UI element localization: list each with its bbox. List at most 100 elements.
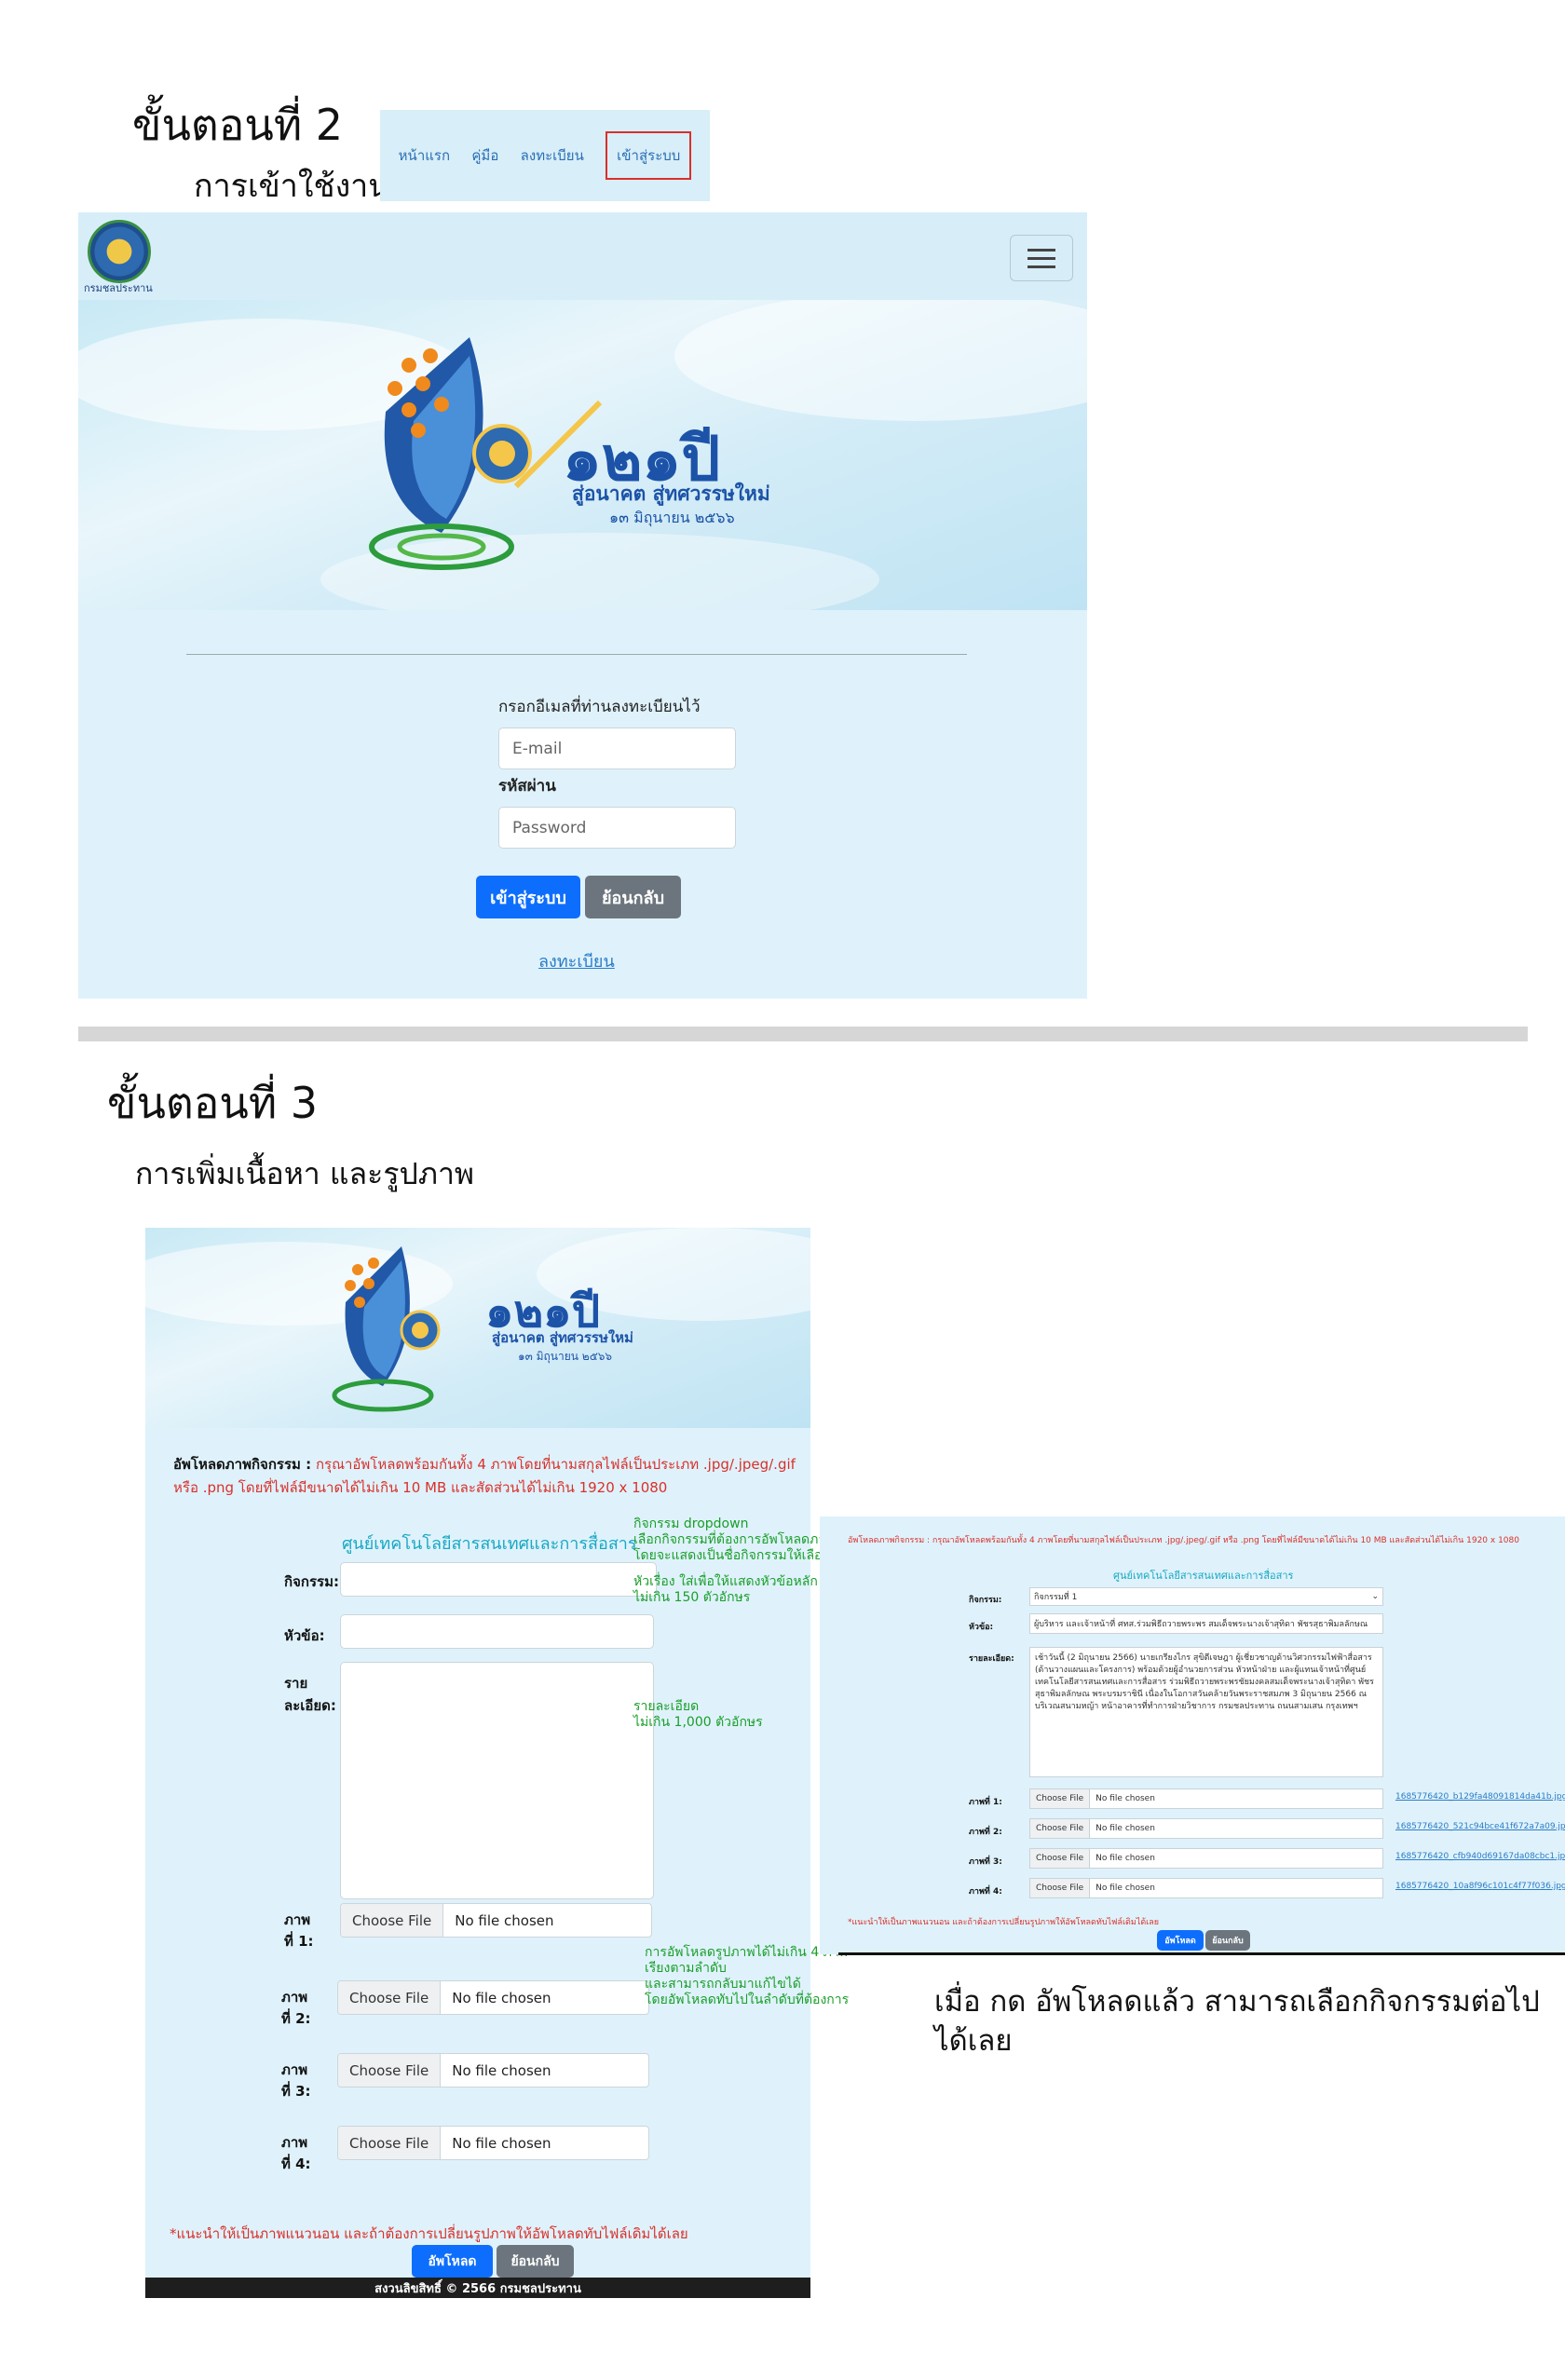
choose-file-button[interactable]: Choose File xyxy=(1030,1849,1091,1868)
annotation-line: ไม่เกิน 1,000 ตัวอักษร xyxy=(633,1715,763,1730)
no-file-text: No file chosen xyxy=(1096,1794,1155,1803)
annotation-activity: กิจกรรม dropdown เลือกกิจกรรมที่ต้องการอ… xyxy=(633,1516,834,1564)
no-file-text: No file chosen xyxy=(1096,1884,1155,1893)
no-file-text: No file chosen xyxy=(455,1911,554,1929)
image3-file-input[interactable]: Choose File No file chosen xyxy=(337,2053,649,2088)
nav-manual[interactable]: คู่มือ xyxy=(471,144,498,167)
filled-image1-file[interactable]: Choose File No file chosen xyxy=(1029,1788,1383,1809)
upload-back-button[interactable]: ย้อนกลับ xyxy=(497,2245,574,2278)
choose-file-button[interactable]: Choose File xyxy=(338,2127,442,2159)
center-name: ศูนย์เทคโนโลยีสารสนเทศและการสื่อสาร xyxy=(342,1534,637,1554)
image3-label: ภาพ ที่ 3: xyxy=(281,2060,311,2102)
filled-activity-value: กิจกรรมที่ 1 xyxy=(1034,1593,1078,1602)
choose-file-button[interactable]: Choose File xyxy=(1030,1819,1091,1838)
login-button[interactable]: เข้าสู่ระบบ xyxy=(476,876,580,918)
divider xyxy=(186,654,967,655)
choose-file-button[interactable]: Choose File xyxy=(338,2054,442,2087)
filled-note: *แนะนำให้เป็นภาพแนวนอน และถ้าต้องการเปลี… xyxy=(848,1918,1160,1927)
hamburger-menu-icon[interactable] xyxy=(1010,235,1073,281)
upload-banner: ๑๒๑ปี สู่อนาคต สู่ทศวรรษใหม่ ๑๓ มิถุนายน… xyxy=(145,1228,810,1428)
upload-intro-label: อัพโหลดภาพกิจกรรม : xyxy=(173,1456,312,1473)
after-upload-text: เมื่อ กด อัพโหลดแล้ว สามารถเลือกกิจกรรมต… xyxy=(934,1982,1540,2060)
filled-image3-file[interactable]: Choose File No file chosen xyxy=(1029,1848,1383,1869)
filled-detail-textarea[interactable]: เช้าวันนี้ (2 มิถุนายน 2566) นายเกรียงไก… xyxy=(1029,1647,1383,1777)
choose-file-button[interactable]: Choose File xyxy=(1030,1879,1091,1897)
nav-home[interactable]: หน้าแรก xyxy=(399,144,450,167)
register-link[interactable]: ลงทะเบียน xyxy=(538,947,615,974)
upload-intro-text2: หรือ .png โดยที่ไฟล์มีขนาดได้ไม่เกิน 10 … xyxy=(173,1479,668,1496)
annotation-line: ไม่เกิน 150 ตัวอักษร xyxy=(633,1590,751,1605)
filled-image4-file[interactable]: Choose File No file chosen xyxy=(1029,1878,1383,1898)
password-input[interactable]: Password xyxy=(498,807,736,849)
detail-textarea[interactable] xyxy=(340,1662,654,1899)
annotation-line: หัวเรื่อง ใส่เพื่อให้แสดงหัวข้อหลัก xyxy=(633,1574,818,1589)
choose-file-button[interactable]: Choose File xyxy=(341,1904,444,1937)
banner-tagline: สู่อนาคต สู่ทศวรรษใหม่ xyxy=(572,483,770,505)
image1-file-input[interactable]: Choose File No file chosen xyxy=(340,1903,652,1938)
upload-intro: อัพโหลดภาพกิจกรรม : กรุณาอัพโหลดพร้อมกัน… xyxy=(173,1453,807,1500)
filled-detail-label: รายละเอียด: xyxy=(969,1654,1014,1664)
login-topbar xyxy=(78,212,1087,300)
password-label: รหัสผ่าน xyxy=(498,777,556,796)
upload-banner-tagline: สู่อนาคต สู่ทศวรรษใหม่ xyxy=(492,1329,633,1346)
rid-logo-icon xyxy=(88,220,151,283)
no-file-text: No file chosen xyxy=(1096,1824,1155,1833)
upload-banner-date: ๑๓ มิถุนายน ๒๕๖๖ xyxy=(518,1350,613,1363)
activity-select[interactable] xyxy=(340,1562,657,1597)
nav-login[interactable]: เข้าสู่ระบบ xyxy=(606,131,692,180)
annotation-topic: หัวเรื่อง ใส่เพื่อให้แสดงหัวข้อหลัก ไม่เ… xyxy=(633,1574,818,1606)
filled-image2-file[interactable]: Choose File No file chosen xyxy=(1029,1818,1383,1839)
upload-button[interactable]: อัพโหลด xyxy=(412,2245,493,2278)
filled-activity-select[interactable]: กิจกรรมที่ 1 ⌄ xyxy=(1029,1587,1383,1606)
anniversary-banner: ๑๒๑ปี สู่อนาคต สู่ทศวรรษใหม่ ๑๓ มิถุนายน… xyxy=(78,300,1087,610)
annotation-line: กิจกรรม dropdown xyxy=(633,1516,749,1531)
filled-image4-link[interactable]: 1685776420_10a8f96c101c4f77f036.jpg xyxy=(1395,1882,1565,1891)
filled-image4-label: ภาพที่ 4: xyxy=(969,1887,1002,1897)
annotation-line: เลือกกิจกรรมที่ต้องการอัพโหลดภาพ xyxy=(633,1532,835,1547)
image2-label-l2: ที่ 2: xyxy=(281,2010,311,2027)
nav-bar: หน้าแรก คู่มือ ลงทะเบียน เข้าสู่ระบบ xyxy=(380,110,710,201)
topic-label: หัวข้อ: xyxy=(284,1627,325,1644)
annotation-line: โดยอัพโหลดทับไปในลำดับที่ต้องการ xyxy=(645,1992,850,2007)
annotation-line: การอัพโหลดรูปภาพได้ไม่เกิน 4 ภาพ xyxy=(645,1945,848,1960)
topic-input[interactable] xyxy=(340,1614,654,1649)
email-input[interactable]: E-mail xyxy=(498,728,736,769)
filled-back-button[interactable]: ย้อนกลับ xyxy=(1205,1930,1250,1951)
filled-upload-button[interactable]: อัพโหลด xyxy=(1157,1930,1204,1951)
upload-banner-art xyxy=(145,1228,810,1412)
image2-file-input[interactable]: Choose File No file chosen xyxy=(337,1980,649,2015)
filled-form-screenshot: อัพโหลดภาพกิจกรรม : กรุณาอัพโหลดพร้อมกัน… xyxy=(820,1516,1565,1954)
filled-intro: อัพโหลดภาพกิจกรรม : กรุณาอัพโหลดพร้อมกัน… xyxy=(848,1536,1519,1545)
image1-label: ภาพ ที่ 1: xyxy=(284,1910,314,1952)
annotation-detail: รายละเอียด ไม่เกิน 1,000 ตัวอักษร xyxy=(633,1699,763,1731)
no-file-text: No file chosen xyxy=(452,1989,551,2006)
annotation-line: โดยจะแสดงเป็นชื่อกิจกรรมให้เลือก xyxy=(633,1548,830,1563)
choose-file-button[interactable]: Choose File xyxy=(338,1981,442,2014)
upload-intro-text: กรุณาอัพโหลดพร้อมกันทั้ง 4 ภาพโดยที่นามส… xyxy=(315,1456,796,1473)
filled-image1-link[interactable]: 1685776420_b129fa48091814da41b.jpg xyxy=(1395,1792,1565,1802)
email-label: กรอกอีเมลที่ท่านลงทะเบียนไว้ xyxy=(498,698,701,716)
image3-label-l2: ที่ 3: xyxy=(281,2083,311,2100)
bottom-note: *แนะนำให้เป็นภาพแนวนอน และถ้าต้องการเปลี… xyxy=(170,2225,688,2242)
filled-image3-link[interactable]: 1685776420_cfb940d69167da08cbc1.jpg xyxy=(1395,1852,1565,1861)
filled-activity-label: กิจกรรม: xyxy=(969,1596,1002,1605)
logo-caption: กรมชลประทาน xyxy=(84,282,153,294)
choose-file-button[interactable]: Choose File xyxy=(1030,1789,1091,1808)
image1-label-l1: ภาพ xyxy=(284,1911,311,1928)
no-file-text: No file chosen xyxy=(452,2134,551,2152)
filled-center: ศูนย์เทคโนโลยีสารสนเทศและการสื่อสาร xyxy=(1113,1570,1294,1582)
after-upload-line2: ได้เลย xyxy=(934,2024,1013,2058)
filled-image2-link[interactable]: 1685776420_521c94bce41f672a7a09.jpg xyxy=(1395,1822,1565,1831)
annotation-line: รายละเอียด xyxy=(633,1699,700,1714)
image4-file-input[interactable]: Choose File No file chosen xyxy=(337,2126,649,2160)
chevron-down-icon: ⌄ xyxy=(1371,1592,1379,1601)
filled-image2-label: ภาพที่ 2: xyxy=(969,1828,1002,1837)
image4-label-l2: ที่ 4: xyxy=(281,2156,311,2172)
filled-topic-input[interactable]: ผู้บริหาร และเจ้าหน้าที่ ศทส.ร่วมพิธีถวา… xyxy=(1029,1613,1383,1634)
step2-subtitle: การเข้าใช้งาน xyxy=(194,168,390,205)
detail-label: ราย ละเอียด: xyxy=(284,1672,336,1717)
back-button[interactable]: ย้อนกลับ xyxy=(585,876,681,918)
step3-subtitle: การเพิ่มเนื้อหา และรูปภาพ xyxy=(135,1156,474,1191)
step2-title: ขั้นตอนที่ 2 xyxy=(132,100,344,150)
nav-register[interactable]: ลงทะเบียน xyxy=(521,144,584,167)
